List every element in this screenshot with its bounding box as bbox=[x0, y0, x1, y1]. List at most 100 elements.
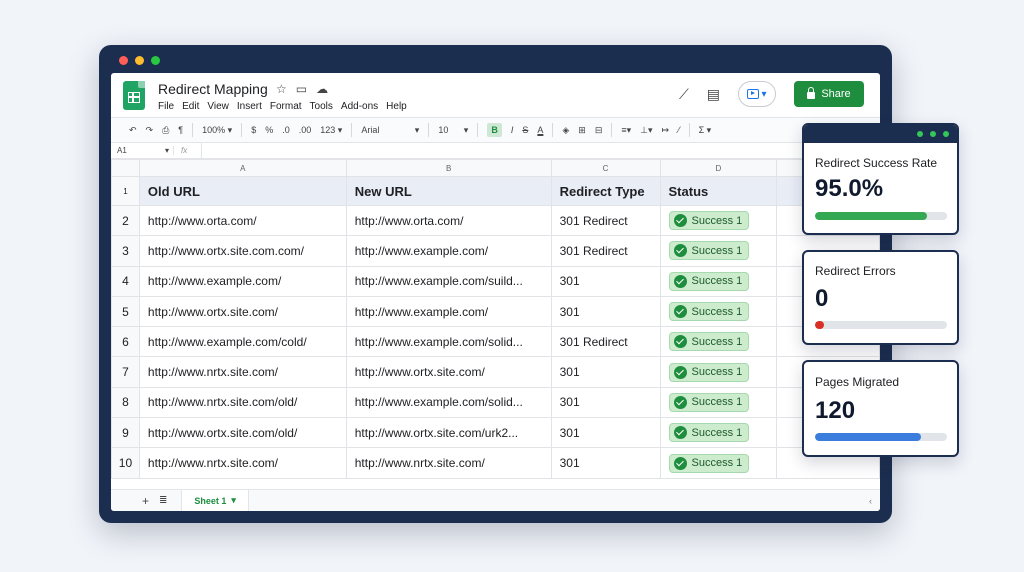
cell-redirect-type[interactable]: 301 bbox=[550, 386, 661, 419]
share-button[interactable]: Share bbox=[794, 81, 864, 107]
row-header[interactable]: 6 bbox=[111, 326, 140, 358]
number-format-select[interactable]: 123 ▾ bbox=[320, 125, 342, 136]
paint-format-icon[interactable]: ¶ bbox=[178, 125, 183, 135]
cell-old-url[interactable]: http://www.ortx.site.com/old/ bbox=[138, 417, 347, 449]
present-button[interactable]: ▾ bbox=[738, 81, 776, 107]
header-cell-old-url[interactable]: Old URL bbox=[138, 176, 347, 206]
cell-status[interactable]: Success 1 bbox=[659, 295, 778, 328]
cell-new-url[interactable]: http://www.ortx.site.com/urk2... bbox=[345, 417, 552, 449]
row-header[interactable]: 2 bbox=[111, 204, 140, 237]
cell-status[interactable]: Success 1 bbox=[659, 417, 778, 449]
font-select[interactable]: Arial ▾ bbox=[361, 125, 419, 136]
explore-collapse-icon[interactable]: ‹ bbox=[869, 496, 872, 506]
row-header[interactable]: 3 bbox=[111, 235, 140, 267]
decimal-decrease-button[interactable]: .0 bbox=[282, 125, 290, 135]
cell-new-url[interactable]: http://www.example.com/suild... bbox=[345, 265, 552, 297]
decimal-increase-button[interactable]: .00 bbox=[299, 125, 312, 135]
cell-redirect-type[interactable]: 301 bbox=[550, 265, 661, 297]
cell-new-url[interactable]: http://www.nrtx.site.com/ bbox=[345, 447, 552, 479]
cell-redirect-type[interactable]: 301 bbox=[550, 417, 661, 449]
fill-color-icon[interactable]: ◈ bbox=[562, 125, 569, 136]
merge-cells-icon[interactable]: ⊟ bbox=[595, 125, 603, 136]
menu-view[interactable]: View bbox=[207, 101, 229, 112]
row-header[interactable]: 4 bbox=[111, 265, 140, 297]
align-vertical-icon[interactable]: ⊥▾ bbox=[640, 125, 652, 136]
cell-status[interactable]: Success 1 bbox=[659, 386, 778, 419]
cell-new-url[interactable]: http://www.orta.com/ bbox=[345, 204, 552, 237]
cell-status[interactable]: Success 1 bbox=[659, 326, 778, 358]
cell-old-url[interactable]: http://www.example.com/cold/ bbox=[138, 326, 347, 358]
text-color-button[interactable]: A bbox=[537, 125, 543, 135]
window-minimize-dot[interactable] bbox=[135, 56, 144, 65]
redo-icon[interactable]: ↷ bbox=[146, 125, 154, 136]
sheet-tab-1[interactable]: Sheet 1 ▾ bbox=[181, 489, 249, 511]
text-wrap-icon[interactable]: ↦ bbox=[662, 125, 670, 136]
undo-icon[interactable]: ↶ bbox=[129, 125, 137, 136]
comment-icon[interactable]: ▤ bbox=[707, 86, 720, 103]
trend-icon[interactable]: ⟋ bbox=[679, 86, 689, 103]
cell-old-url[interactable]: http://www.example.com/ bbox=[138, 265, 347, 297]
name-box[interactable]: A1 ▾ bbox=[111, 146, 173, 155]
cell-redirect-type[interactable]: 301 Redirect bbox=[550, 204, 661, 237]
cell-status[interactable]: Success 1 bbox=[659, 235, 778, 267]
row-header[interactable]: 8 bbox=[111, 386, 140, 419]
formula-input[interactable] bbox=[201, 143, 880, 158]
menu-tools[interactable]: Tools bbox=[310, 101, 333, 112]
cell-new-url[interactable]: http://www.ortx.site.com/ bbox=[345, 356, 552, 388]
cell-new-url[interactable]: http://www.example.com/solid... bbox=[345, 386, 552, 419]
select-all-corner[interactable] bbox=[111, 159, 140, 177]
menu-help[interactable]: Help bbox=[386, 101, 407, 112]
sheets-logo-icon[interactable] bbox=[123, 81, 145, 110]
bold-button[interactable]: B bbox=[487, 123, 502, 137]
row-header[interactable]: 1 bbox=[111, 176, 140, 206]
menu-format[interactable]: Format bbox=[270, 101, 302, 112]
cell-old-url[interactable]: http://www.ortx.site.com.com/ bbox=[138, 235, 347, 267]
window-close-dot[interactable] bbox=[119, 56, 128, 65]
menu-file[interactable]: File bbox=[158, 101, 174, 112]
column-header-a[interactable]: A bbox=[138, 159, 347, 177]
italic-button[interactable]: I bbox=[511, 125, 514, 135]
header-cell-new-url[interactable]: New URL bbox=[345, 176, 552, 206]
cell-new-url[interactable]: http://www.example.com/ bbox=[345, 295, 552, 328]
row-header[interactable]: 5 bbox=[111, 295, 140, 328]
cell-redirect-type[interactable]: 301 bbox=[550, 356, 661, 388]
window-maximize-dot[interactable] bbox=[151, 56, 160, 65]
currency-button[interactable]: $ bbox=[251, 125, 256, 135]
column-header-d[interactable]: D bbox=[659, 159, 778, 177]
zoom-select[interactable]: 100% ▾ bbox=[202, 125, 232, 136]
cell-old-url[interactable]: http://www.nrtx.site.com/ bbox=[138, 447, 347, 479]
header-cell-redirect-type[interactable]: Redirect Type bbox=[550, 176, 661, 206]
cell-old-url[interactable]: http://www.ortx.site.com/ bbox=[138, 295, 347, 328]
font-size-select[interactable]: 10 ▾ bbox=[438, 125, 468, 136]
print-icon[interactable]: ⎙ bbox=[162, 125, 169, 136]
row-header[interactable]: 7 bbox=[111, 356, 140, 388]
cell-status[interactable]: Success 1 bbox=[659, 265, 778, 297]
column-header-c[interactable]: C bbox=[550, 159, 661, 177]
percent-button[interactable]: % bbox=[265, 125, 273, 135]
borders-icon[interactable]: ⊞ bbox=[578, 125, 586, 136]
strikethrough-button[interactable]: S bbox=[522, 125, 528, 135]
document-title[interactable]: Redirect Mapping bbox=[158, 81, 268, 97]
menu-addons[interactable]: Add-ons bbox=[341, 101, 378, 112]
cell-new-url[interactable]: http://www.example.com/ bbox=[345, 235, 552, 267]
cell-old-url[interactable]: http://www.orta.com/ bbox=[138, 204, 347, 237]
cell-redirect-type[interactable]: 301 Redirect bbox=[550, 326, 661, 358]
cell-old-url[interactable]: http://www.nrtx.site.com/old/ bbox=[138, 386, 347, 419]
cell-old-url[interactable]: http://www.nrtx.site.com/ bbox=[138, 356, 347, 388]
menu-insert[interactable]: Insert bbox=[237, 101, 262, 112]
align-horizontal-icon[interactable]: ≡▾ bbox=[621, 125, 631, 136]
star-icon[interactable]: ☆ bbox=[276, 82, 287, 96]
header-cell-status[interactable]: Status bbox=[659, 176, 778, 206]
all-sheets-icon[interactable]: ≣ bbox=[159, 495, 167, 506]
functions-button[interactable]: Σ ▾ bbox=[699, 125, 712, 136]
add-sheet-button[interactable]: + bbox=[142, 494, 149, 508]
cloud-status-icon[interactable]: ☁ bbox=[316, 82, 328, 96]
text-rotate-icon[interactable]: ⁄ bbox=[678, 125, 680, 135]
move-folder-icon[interactable]: ▭ bbox=[296, 82, 307, 96]
menu-edit[interactable]: Edit bbox=[182, 101, 199, 112]
cell-status[interactable]: Success 1 bbox=[659, 356, 778, 388]
cell-redirect-type[interactable]: 301 bbox=[550, 447, 661, 479]
row-header[interactable]: 9 bbox=[111, 417, 140, 449]
cell-status[interactable]: Success 1 bbox=[659, 204, 778, 237]
cell-new-url[interactable]: http://www.example.com/solid... bbox=[345, 326, 552, 358]
